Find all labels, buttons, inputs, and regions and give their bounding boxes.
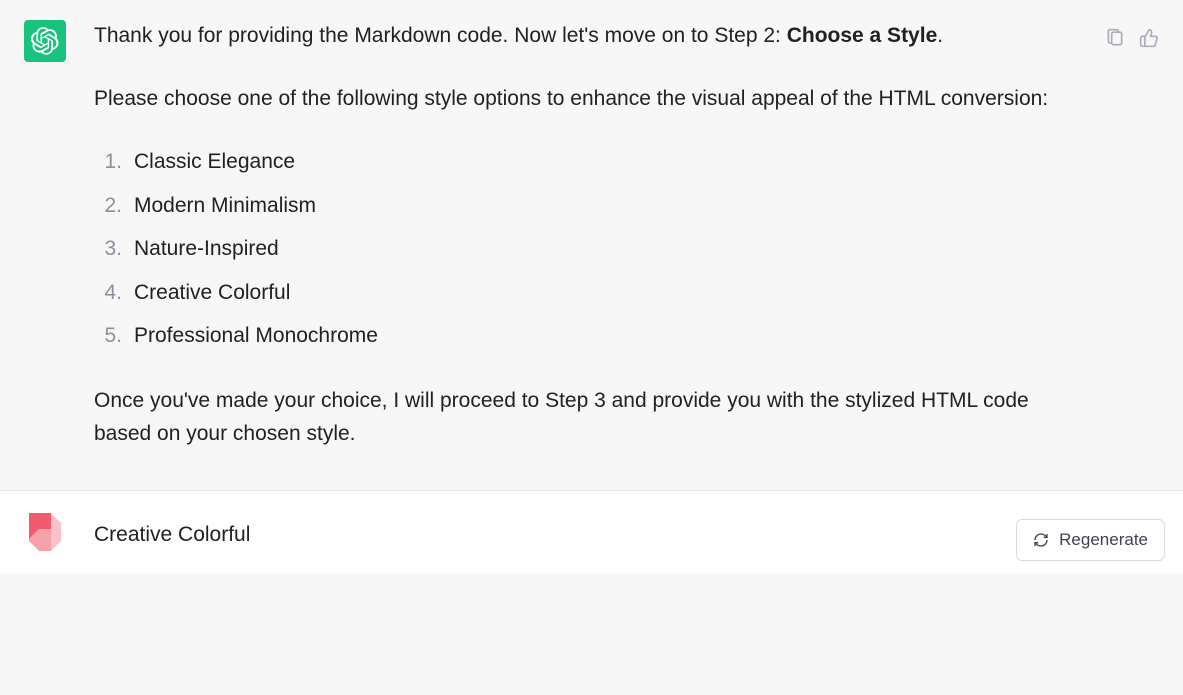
ai-intro-suffix: . bbox=[937, 24, 943, 47]
ai-prompt-paragraph: Please choose one of the following style… bbox=[94, 83, 1054, 116]
thumbs-up-icon[interactable] bbox=[1139, 28, 1159, 50]
style-option-label: Classic Elegance bbox=[134, 145, 295, 179]
ai-message-body: Thank you for providing the Markdown cod… bbox=[94, 20, 1054, 450]
style-option-label: Creative Colorful bbox=[134, 276, 290, 310]
ai-message-block: Thank you for providing the Markdown cod… bbox=[0, 0, 1183, 490]
list-item: Classic Elegance bbox=[130, 145, 1054, 179]
ai-intro-text: Thank you for providing the Markdown cod… bbox=[94, 24, 787, 47]
ai-avatar bbox=[24, 20, 66, 62]
list-item: Modern Minimalism bbox=[130, 189, 1054, 223]
copy-icon[interactable] bbox=[1105, 28, 1125, 50]
user-message-block: Creative Colorful Regenerate bbox=[0, 491, 1183, 573]
style-option-label: Professional Monochrome bbox=[134, 319, 378, 353]
refresh-icon bbox=[1033, 532, 1049, 548]
list-item: Nature-Inspired bbox=[130, 232, 1054, 266]
list-item: Creative Colorful bbox=[130, 276, 1054, 310]
regenerate-label: Regenerate bbox=[1059, 530, 1148, 550]
user-avatar bbox=[24, 511, 66, 553]
style-option-label: Modern Minimalism bbox=[134, 189, 316, 223]
style-options-list: Classic Elegance Modern Minimalism Natur… bbox=[130, 145, 1054, 353]
list-item: Professional Monochrome bbox=[130, 319, 1054, 353]
regenerate-button[interactable]: Regenerate bbox=[1016, 519, 1165, 561]
ai-outro-paragraph: Once you've made your choice, I will pro… bbox=[94, 385, 1054, 450]
ai-intro-paragraph: Thank you for providing the Markdown cod… bbox=[94, 20, 1054, 53]
message-actions bbox=[1105, 28, 1159, 50]
ai-intro-step-name: Choose a Style bbox=[787, 24, 938, 47]
user-message-text: Creative Colorful bbox=[94, 511, 250, 551]
style-option-label: Nature-Inspired bbox=[134, 232, 279, 266]
